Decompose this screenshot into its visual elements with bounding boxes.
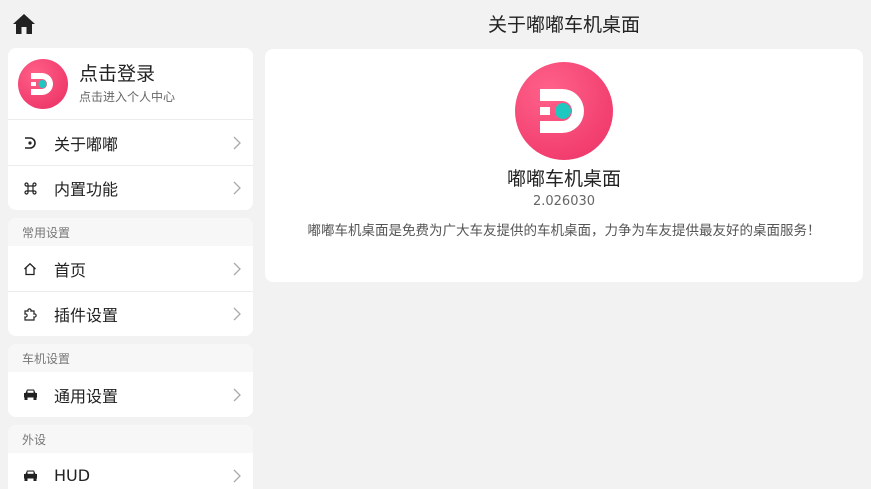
chevron-right-icon bbox=[233, 307, 241, 321]
chevron-right-icon bbox=[233, 469, 241, 482]
app-description: 嘟嘟车机桌面是免费为广大车友提供的车机桌面，力争为车友提供最友好的桌面服务！ bbox=[307, 223, 821, 239]
home-button[interactable] bbox=[12, 12, 36, 36]
account-card: 点击登录 点击进入个人中心 关于嘟嘟 内置功能 bbox=[8, 48, 253, 210]
menu-item-label: 通用设置 bbox=[54, 386, 119, 406]
command-icon bbox=[22, 180, 38, 196]
chevron-right-icon bbox=[233, 262, 241, 275]
menu-item-label: 插件设置 bbox=[54, 306, 119, 325]
menu-item-general-settings[interactable]: 通用设置 bbox=[8, 372, 253, 417]
home-outline-icon bbox=[22, 261, 38, 277]
menu-item-hud[interactable]: HUD bbox=[8, 453, 253, 489]
chevron-right-icon bbox=[233, 388, 241, 401]
menu-item-label: HUD bbox=[54, 466, 91, 485]
home-icon bbox=[13, 14, 35, 34]
sidebar: 点击登录 点击进入个人中心 关于嘟嘟 内置功能 常用设置 首页 插件设置 车机设… bbox=[8, 48, 253, 489]
login-subtitle: 点击进入个人中心 bbox=[79, 90, 176, 104]
menu-item-label: 关于嘟嘟 bbox=[54, 134, 119, 154]
car-icon bbox=[22, 468, 38, 484]
puzzle-icon bbox=[22, 306, 38, 322]
page-title: 关于嘟嘟车机桌面 bbox=[487, 14, 640, 36]
chevron-right-icon bbox=[233, 181, 241, 195]
app-version: 2.026030 bbox=[532, 194, 596, 209]
about-panel: 嘟嘟车机桌面 2.026030 嘟嘟车机桌面是免费为广大车友提供的车机桌面，力争… bbox=[265, 49, 863, 282]
menu-item-about[interactable]: 关于嘟嘟 bbox=[8, 120, 253, 165]
section-title: 常用设置 bbox=[8, 218, 253, 246]
dudu-logo-icon bbox=[31, 72, 53, 95]
menu-item-home[interactable]: 首页 bbox=[8, 246, 253, 291]
app-name: 嘟嘟车机桌面 bbox=[506, 168, 621, 190]
section-peripherals: 外设 HUD bbox=[8, 425, 253, 489]
section-car: 车机设置 通用设置 bbox=[8, 344, 253, 417]
section-title: 外设 bbox=[8, 425, 253, 453]
menu-item-label: 内置功能 bbox=[54, 180, 119, 199]
section-title: 车机设置 bbox=[8, 344, 253, 372]
section-common: 常用设置 首页 插件设置 bbox=[8, 218, 253, 336]
car-icon bbox=[22, 387, 38, 403]
dudu-logo-icon bbox=[540, 89, 584, 133]
chevron-right-icon bbox=[233, 136, 241, 149]
menu-item-builtin[interactable]: 内置功能 bbox=[8, 165, 253, 210]
login-title: 点击登录 bbox=[79, 63, 156, 85]
app-logo bbox=[515, 62, 613, 160]
login-row[interactable]: 点击登录 点击进入个人中心 bbox=[8, 48, 253, 120]
dudu-logo-icon bbox=[22, 135, 38, 151]
menu-item-plugins[interactable]: 插件设置 bbox=[8, 291, 253, 336]
menu-item-label: 首页 bbox=[54, 260, 87, 280]
avatar bbox=[18, 58, 68, 109]
